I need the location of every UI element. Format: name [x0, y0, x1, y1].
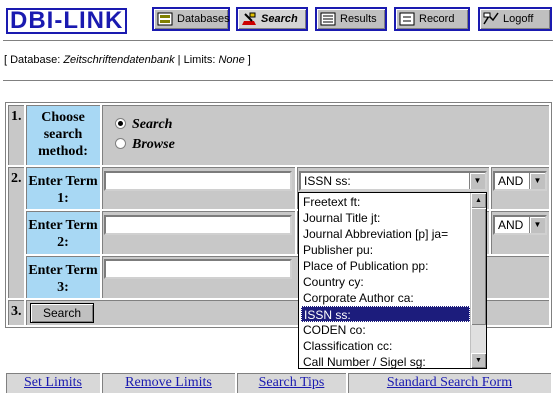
row-number: 3.	[7, 299, 25, 326]
scrollbar-thumb[interactable]	[471, 208, 486, 325]
record-button[interactable]: Record	[394, 7, 470, 31]
dropdown-option[interactable]: Country cy:	[301, 274, 470, 290]
chevron-down-icon[interactable]: ▼	[529, 217, 545, 233]
term1-operator-select[interactable]: AND ▼	[493, 171, 547, 191]
remove-limits-link[interactable]: Remove Limits	[101, 372, 236, 394]
dropdown-scrollbar[interactable]: ▲ ▼	[470, 193, 486, 368]
logoff-icon	[483, 12, 499, 26]
term2-label: Enter Term 2:	[25, 210, 101, 255]
term2-input[interactable]	[104, 215, 292, 235]
row-number: 1.	[7, 104, 25, 166]
record-icon	[399, 12, 415, 26]
radio-browse[interactable]: Browse	[115, 137, 175, 153]
method-label: Choose search method:	[25, 104, 101, 166]
standard-search-form-link[interactable]: Standard Search Form	[347, 372, 552, 394]
search-icon	[241, 12, 257, 26]
dropdown-option[interactable]: Call Number / Sigel sg:	[301, 354, 470, 368]
results-icon	[320, 12, 336, 26]
scroll-down-icon[interactable]: ▼	[471, 353, 486, 368]
field-dropdown-list[interactable]: Freetext ft: Journal Title jt: Journal A…	[298, 192, 487, 369]
term1-field-select[interactable]: ISSN ss: ▼	[299, 171, 487, 191]
radio-search[interactable]: Search	[115, 117, 172, 133]
dropdown-option[interactable]: Publisher pu:	[301, 242, 470, 258]
dropdown-option[interactable]: Place of Publication pp:	[301, 258, 470, 274]
chevron-down-icon[interactable]: ▼	[469, 173, 485, 189]
dropdown-option[interactable]: Journal Title jt:	[301, 210, 470, 226]
search-button[interactable]: Search	[30, 303, 94, 323]
term1-label: Enter Term 1:	[25, 166, 101, 210]
divider	[3, 80, 553, 82]
dropdown-option[interactable]: CODEN co:	[301, 322, 470, 338]
search-tab-button[interactable]: Search	[236, 7, 308, 31]
dropdown-option[interactable]: Corporate Author ca:	[301, 290, 470, 306]
dropdown-option[interactable]: Classification cc:	[301, 338, 470, 354]
results-button[interactable]: Results	[315, 7, 387, 31]
database-info: [ Database: Zeitschriftendatenbank | Lim…	[4, 54, 251, 66]
radio-checked-icon	[115, 118, 126, 130]
dropdown-option[interactable]: Freetext ft:	[301, 194, 470, 210]
term3-label: Enter Term 3:	[25, 255, 101, 299]
radio-unchecked-icon	[115, 138, 126, 150]
row-number: 2.	[7, 166, 25, 299]
method-cell	[101, 104, 550, 166]
divider	[3, 40, 553, 42]
chevron-down-icon[interactable]: ▼	[529, 173, 545, 189]
databases-button[interactable]: Databases	[152, 7, 230, 31]
term1-input[interactable]	[104, 171, 292, 191]
database-icon	[157, 12, 173, 26]
term2-operator-select[interactable]: AND ▼	[493, 215, 547, 235]
dropdown-option-selected[interactable]: ISSN ss:	[301, 306, 470, 322]
logoff-button[interactable]: Logoff	[478, 7, 552, 31]
set-limits-link[interactable]: Set Limits	[5, 372, 101, 394]
scroll-up-icon[interactable]: ▲	[471, 193, 486, 208]
app-logo: DBI-LINK	[6, 7, 128, 35]
term3-input[interactable]	[104, 259, 292, 279]
dropdown-option[interactable]: Journal Abbreviation [p] ja=	[301, 226, 470, 242]
search-tips-link[interactable]: Search Tips	[236, 372, 347, 394]
